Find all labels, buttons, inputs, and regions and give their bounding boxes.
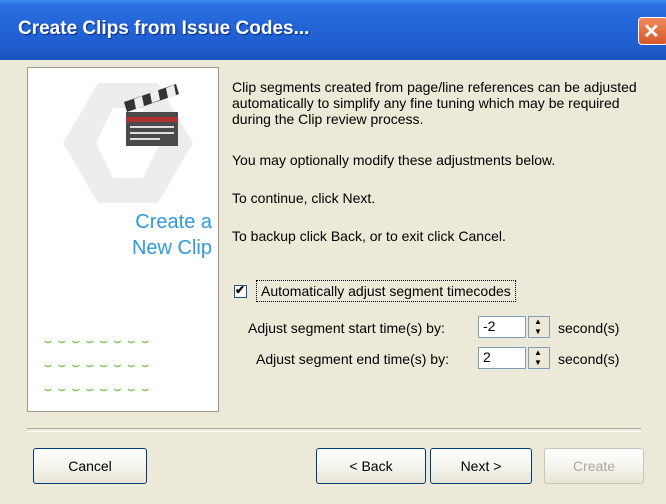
close-icon: ✕	[643, 21, 660, 43]
back-button[interactable]: < Back	[316, 448, 426, 484]
decorative-dots-row: ⌣⌣⌣⌣⌣⌣⌣⌣	[44, 334, 156, 348]
title-bar: Create Clips from Issue Codes... ✕	[0, 0, 666, 60]
panel-caption: Create a New Clip	[28, 209, 212, 261]
auto-adjust-checkbox[interactable]: ✔	[234, 283, 247, 298]
decorative-dots-row: ⌣⌣⌣⌣⌣⌣⌣⌣	[44, 358, 156, 372]
close-button[interactable]: ✕	[638, 17, 666, 45]
end-adjust-spinner[interactable]: ▲ ▼	[528, 347, 550, 369]
end-adjust-label: Adjust segment end time(s) by:	[256, 351, 449, 367]
start-adjust-unit: second(s)	[558, 320, 620, 336]
clapperboard-icon	[124, 84, 179, 146]
dialog-window: Create Clips from Issue Codes... ✕ Creat…	[0, 0, 666, 504]
start-adjust-spinner[interactable]: ▲ ▼	[528, 316, 550, 338]
auto-adjust-label[interactable]: Automatically adjust segment timecodes	[256, 280, 516, 302]
intro-paragraph: Clip segments created from page/line ref…	[232, 79, 637, 127]
end-adjust-unit: second(s)	[558, 351, 620, 367]
window-title: Create Clips from Issue Codes...	[18, 18, 310, 39]
cancel-button[interactable]: Cancel	[33, 448, 147, 484]
button-separator	[27, 428, 641, 432]
start-adjust-label: Adjust segment start time(s) by:	[248, 320, 445, 336]
panel-caption-line2: New Clip	[131, 237, 212, 259]
spin-down-icon[interactable]: ▼	[534, 358, 542, 367]
end-adjust-input[interactable]: 2	[478, 347, 526, 369]
next-button[interactable]: Next >	[430, 448, 532, 484]
wizard-side-panel: Create a New Clip ⌣⌣⌣⌣⌣⌣⌣⌣ ⌣⌣⌣⌣⌣⌣⌣⌣ ⌣⌣⌣⌣…	[27, 67, 219, 412]
create-button[interactable]: Create	[544, 448, 644, 484]
decorative-dots-row: ⌣⌣⌣⌣⌣⌣⌣⌣	[44, 382, 156, 396]
modify-paragraph: You may optionally modify these adjustme…	[232, 152, 556, 168]
checkmark-icon: ✔	[235, 283, 246, 297]
spin-down-icon[interactable]: ▼	[534, 327, 542, 336]
backup-paragraph: To backup click Back, or to exit click C…	[232, 228, 506, 244]
start-adjust-input[interactable]: -2	[478, 316, 526, 338]
spin-up-icon[interactable]: ▲	[534, 348, 542, 357]
continue-paragraph: To continue, click Next.	[232, 190, 376, 206]
panel-caption-line1: Create a	[135, 211, 212, 233]
spin-up-icon[interactable]: ▲	[534, 317, 542, 326]
